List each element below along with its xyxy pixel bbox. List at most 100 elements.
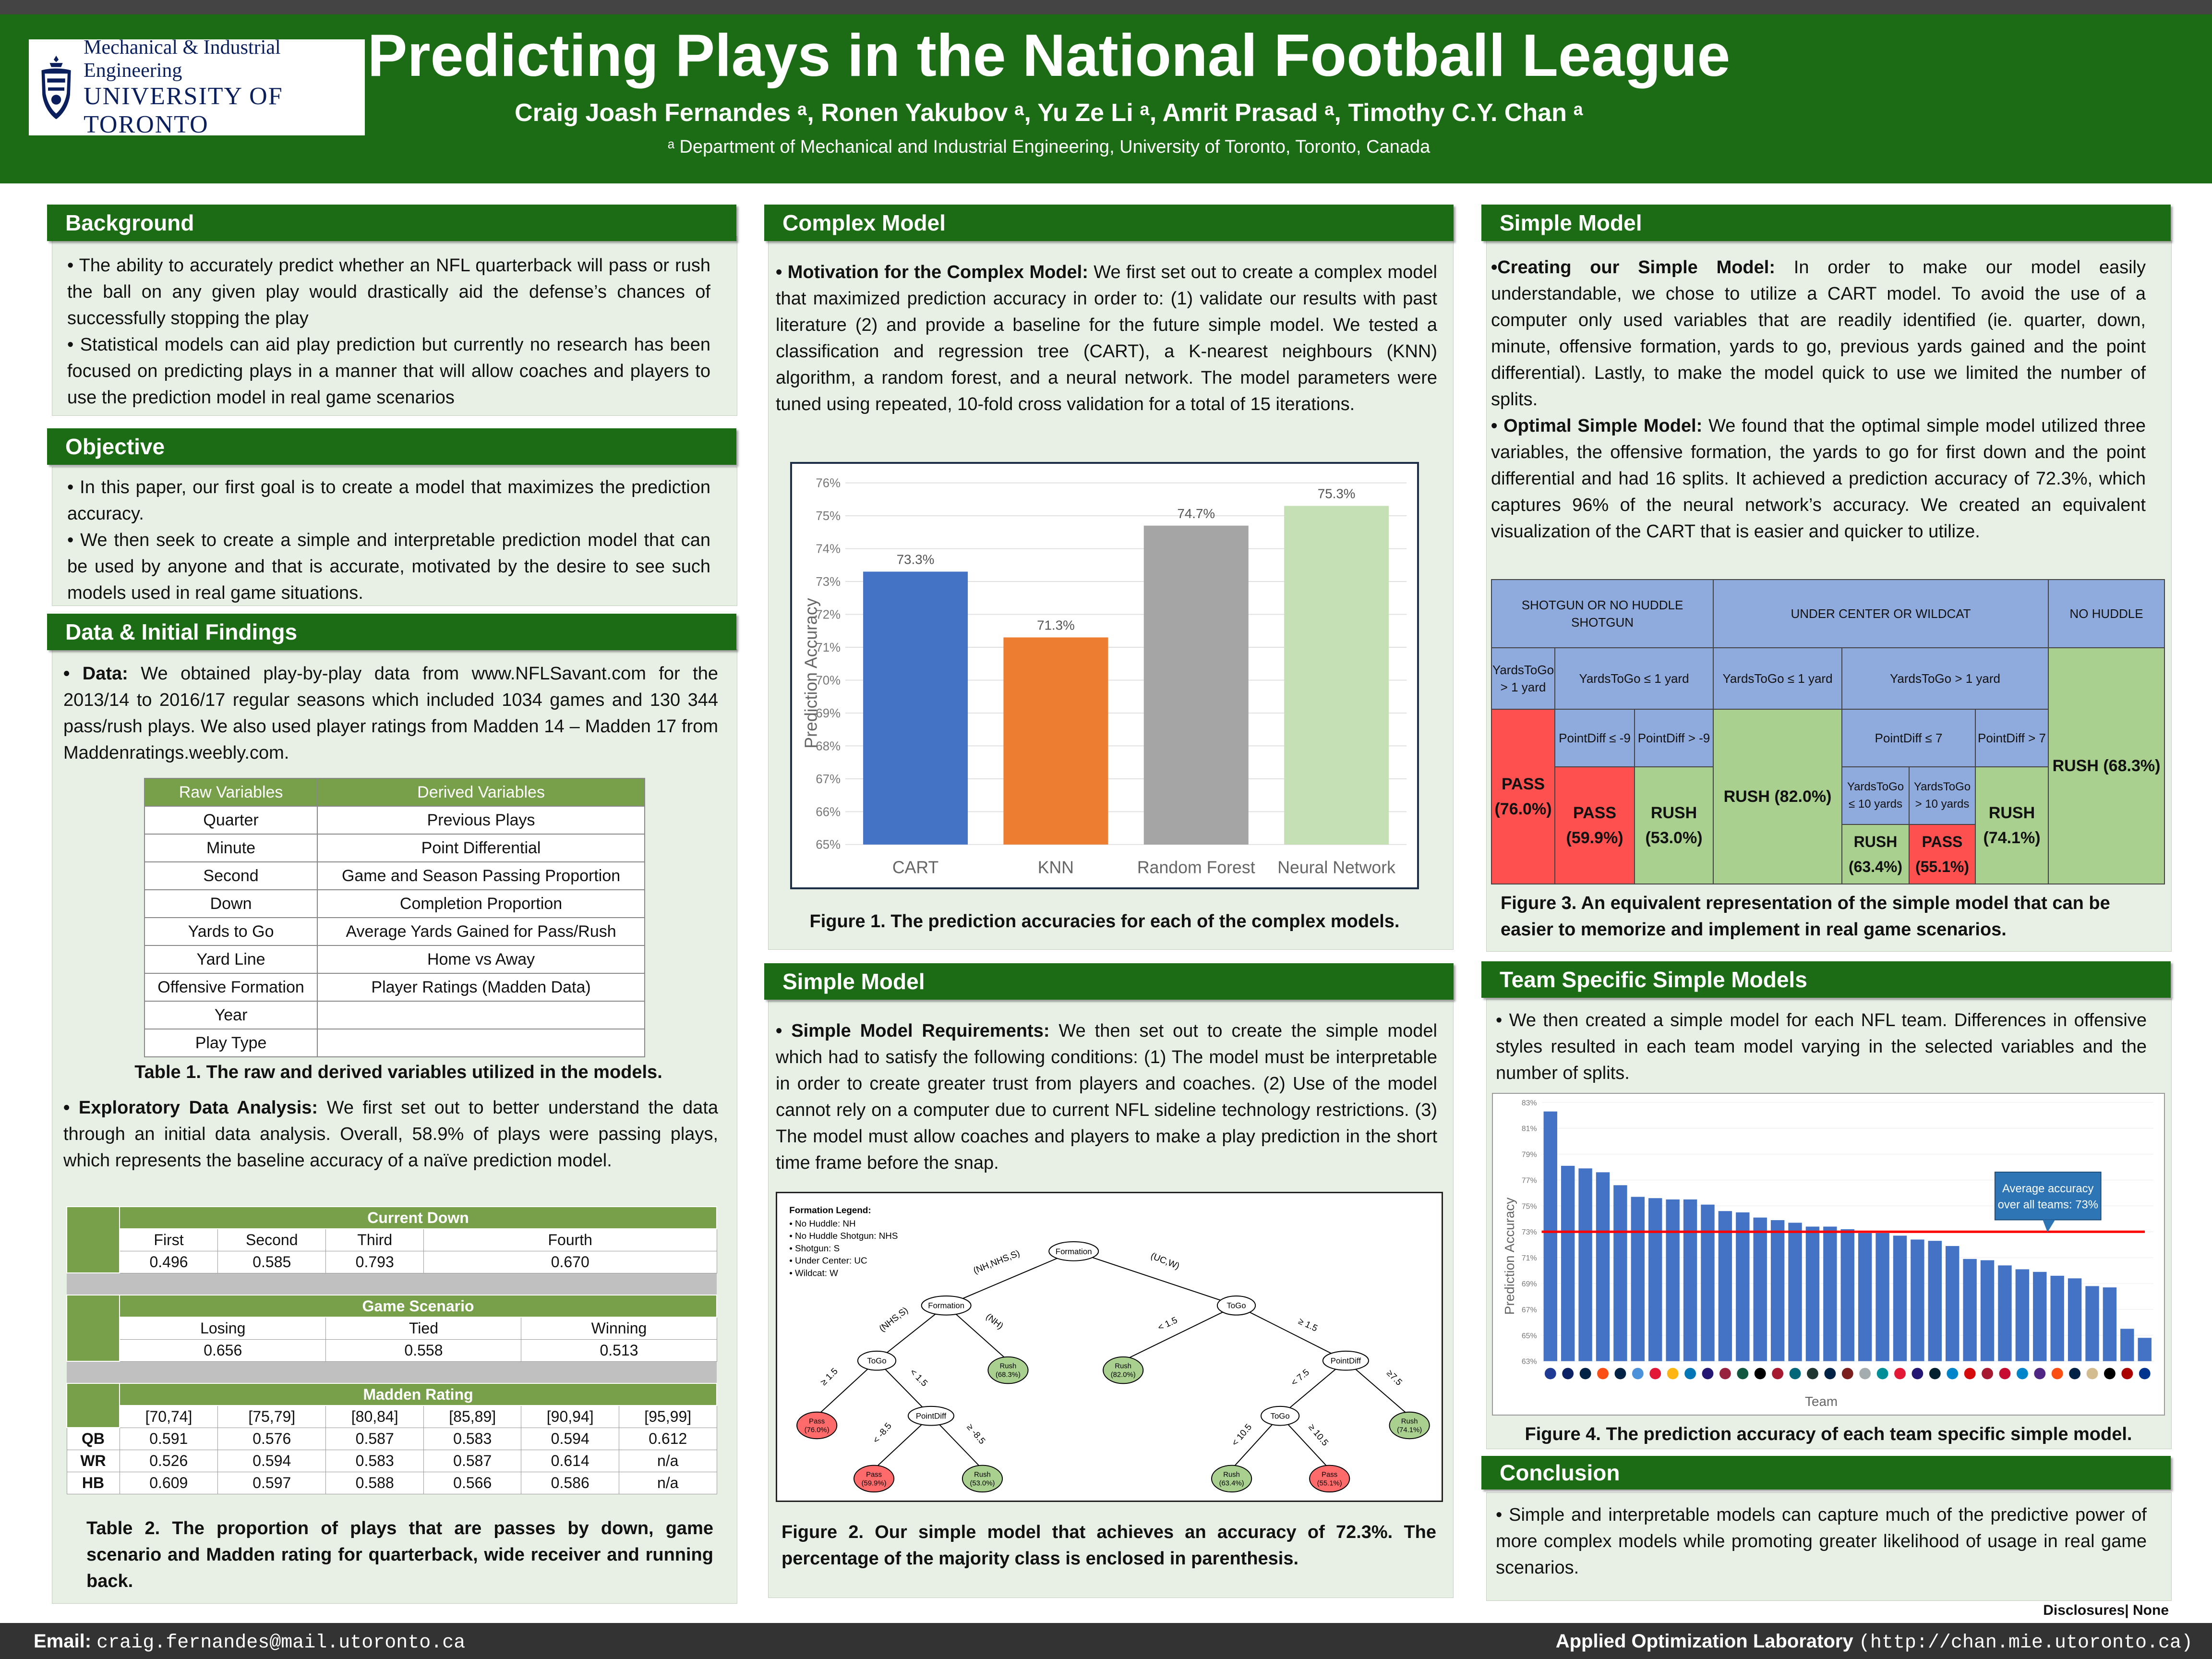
table2-value: 0.670 [423,1250,717,1273]
optimal-lead: • Optimal Simple Model: [1491,416,1703,436]
fig2-caption: Figure 2. Our simple model that achieves… [781,1522,1436,1569]
chart1-bars: 73.3% CART 71.3% KNN 74.7% Random Forest 75.3%… [863,486,1395,877]
table2-col-header: Second [217,1228,326,1251]
decision-tree-figure: Formation Legend: • No Huddle: NH • No H… [776,1192,1443,1502]
legend-item-4: • Under Center: UC [789,1256,867,1266]
fig3-caption: Figure 3. An equivalent representation o… [1501,893,2110,940]
edge-label-ucw: (UC,W) [1149,1250,1181,1271]
footer-email: Email: craig.fernandes@mail.utoronto.ca [34,1631,465,1654]
team-logo-icon [1772,1368,1784,1380]
leaf-rush683-value: (68.3%) [996,1371,1021,1379]
creating-body: In order to make our model easily unders… [1491,257,2146,410]
email-label: Email: [34,1631,92,1652]
complex-lead: • Motivation for the Complex Model: [776,262,1088,282]
table1-derived-cell: Average Yards Gained for Pass/Rush [317,917,645,946]
chart1-ytick: 65% [816,838,841,852]
leaf-rush741-label: Rush [1401,1418,1418,1426]
edge-label-lt75: < 7.5 [1289,1367,1311,1388]
edge-label-nhs: (NH,NHS,S) [972,1248,1021,1276]
team-logo-icon [1562,1368,1574,1380]
team-logo-icon [1929,1368,1941,1380]
edge-label-ge105: ≥ 10.5 [1307,1422,1331,1447]
chart1-category: KNN [1038,858,1074,877]
team-logo-icon [2104,1368,2116,1380]
chart2-bar [1561,1165,1575,1361]
grid-ytg-gt10: YardsToGo > 10 yards [1909,766,1976,825]
university-logo: Mechanical & Industrial Engineering UNIV… [29,36,365,138]
table2-position: QB [66,1427,120,1450]
team-models-chart: 63% 65% 67% 69% 71% 73% 75% 77% 79% 81% 83% Averag… [1492,1093,2165,1416]
background-text: • The ability to accurately predict whet… [67,253,710,411]
legend-item-5: • Wildcat: W [789,1268,838,1278]
table1-derived-cell: Point Differential [317,834,645,862]
legend-item-1: • No Huddle: NH [789,1218,855,1228]
chart2-ytick: 83% [1522,1099,1537,1107]
team-logo-icon [1737,1368,1749,1380]
chart2-bar [1770,1220,1785,1361]
conclusion-heading: Conclusion [1481,1456,2171,1489]
grid-rush-741: RUSH (74.1%) [1975,766,2049,884]
table1-row: Down Completion Proportion [144,889,645,918]
team-logos [1544,1368,2151,1380]
simple-req-lead: • Simple Model Requirements: [776,1021,1050,1041]
grid-pass-599: PASS (59.9%) [1554,766,1635,884]
chart1-value-label: 74.7% [1177,506,1215,521]
chart2-bar [1701,1204,1715,1361]
objective-heading: Objective [47,428,736,465]
table1-row: Offensive Formation Player Ratings (Madde… [144,973,645,1002]
average-callout-line1: Average accuracy [2002,1182,2093,1195]
table2-value: 0.594 [521,1427,619,1450]
grid-pass-76: PASS (76.0%) [1491,709,1555,884]
variables-table: Raw Variables Derived Variables Quarter P… [144,778,645,1057]
table1-raw-cell: Yards to Go [144,917,318,946]
edge-label-gem85: ≥ -8.5 [965,1422,987,1446]
chart2-bar [2068,1278,2082,1361]
lab-url[interactable]: (http://chan.mie.utoronto.ca) [1859,1632,2193,1654]
team-logo-icon [2069,1368,2081,1380]
chart1-ytick: 73% [816,575,841,589]
complex-text: • Motivation for the Complex Model: We f… [776,259,1437,418]
chart2-xlabel: Team [1805,1394,1838,1409]
table2-col-header: [85,89] [423,1405,522,1428]
table2-value: 0.594 [217,1449,326,1472]
edge-label-nhs2: (NHS,S) [877,1305,910,1334]
average-callout: Average accuracy over all teams: 73% [1994,1172,2102,1233]
chart1-bar [1143,525,1249,845]
complex-heading: Complex Model [764,205,1454,241]
chart2-bar [2120,1329,2134,1361]
table2-position-row: HB 0.609 0.597 0.588 0.566 0.586 n/a [66,1471,717,1494]
chart1-category: Neural Network [1277,858,1395,877]
leaf-pass599-label: Pass [866,1471,882,1478]
data-text: • Data: We obtained play-by-play data fr… [63,661,718,766]
edge-label-ltm85: < -8.5 [871,1421,893,1445]
footer-bar: Email: craig.fernandes@mail.utoronto.ca … [0,1623,2212,1659]
chart2-ytick: 79% [1522,1151,1537,1159]
table2-value-row: 0.496 0.585 0.793 0.670 [67,1250,717,1273]
edge-label-ge75: ≥7.5 [1385,1368,1405,1387]
table1-derived-cell: Completion Proportion [317,889,645,918]
chart2-bar [1718,1211,1732,1361]
background-bullet-1: • The ability to accurately predict whet… [67,255,710,328]
node-togo-right: ToGo [1226,1301,1246,1310]
leaf-rush53-value: (53.0%) [970,1479,995,1487]
table2-value: 0.583 [325,1449,424,1472]
leaf-rush634-value: (63.4%) [1219,1479,1244,1487]
chart2-ytick: 67% [1522,1306,1537,1314]
table2-col-row: [70,74] [75,79] [80,84] [85,89] [90,94] [95,9… [67,1405,717,1428]
logo-university: UNIVERSITY OF TORONTO [84,83,283,138]
table2-value: 0.583 [423,1427,522,1450]
table1-raw-cell: Down [144,889,318,918]
team-logo-icon [1667,1368,1679,1380]
email-address[interactable]: craig.fernandes@mail.utoronto.ca [96,1632,465,1654]
table2-group-row: Madden Rating [66,1383,717,1428]
leaf-pass76-value: (76.0%) [805,1426,830,1434]
simple-mid-text: • Simple Model Requirements: We then set… [776,1018,1437,1176]
chart2-bar [1980,1260,1995,1361]
complex-models-chart: 65%66%67%68%69%70%71%72%73%74%75%76% 73.… [790,462,1419,889]
table2-separator-cell [67,1273,717,1295]
table2-group-row: Current Down [66,1206,717,1273]
variables-table-body: Quarter Previous Plays Minute Point Differe… [144,806,645,1057]
team-logo-icon [2034,1368,2046,1380]
legend-item-2: • No Huddle Shotgun: NHS [789,1231,898,1241]
table2-value: 0.614 [521,1449,619,1472]
